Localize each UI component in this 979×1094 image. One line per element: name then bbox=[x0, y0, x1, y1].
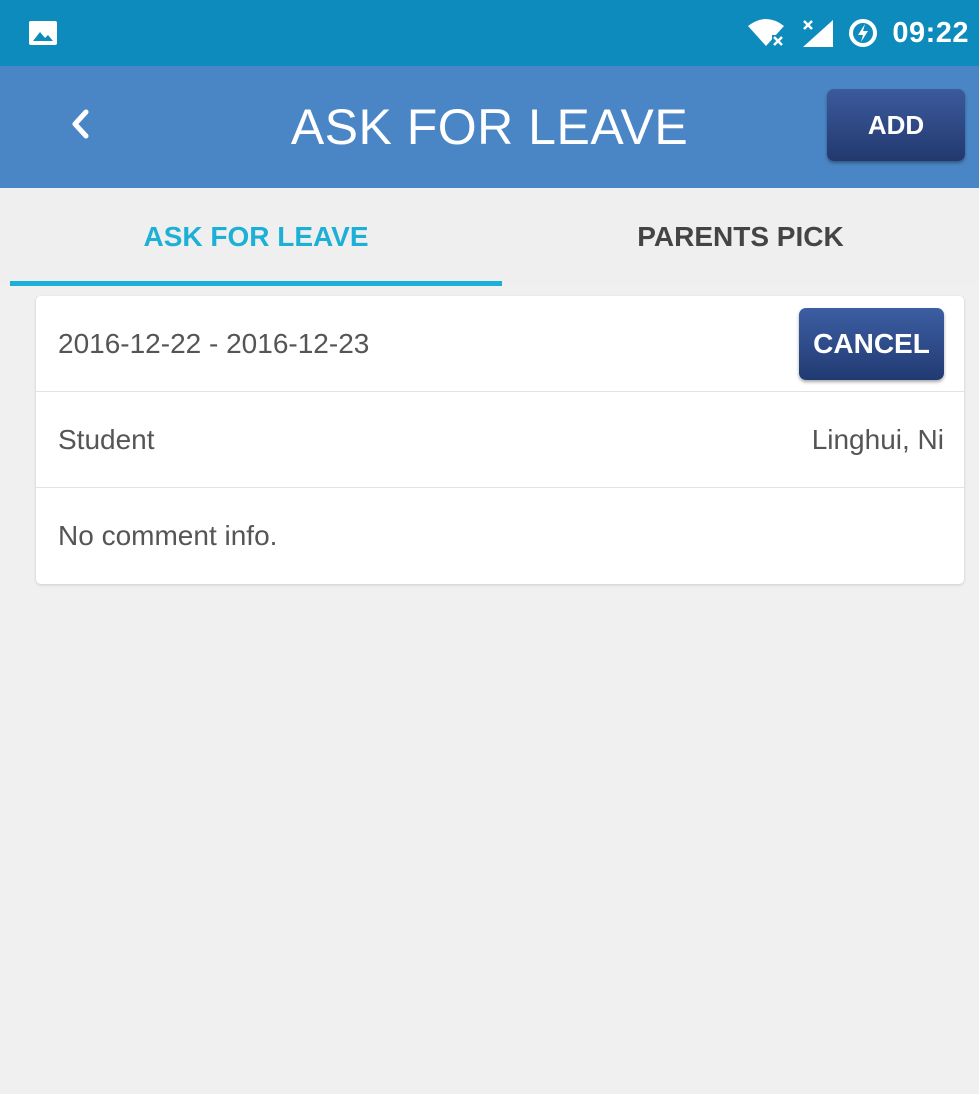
comment-row: No comment info. bbox=[36, 488, 964, 584]
student-row: Student Linghui, Ni bbox=[36, 392, 964, 488]
signal-icon bbox=[800, 18, 834, 48]
tab-bar: ASK FOR LEAVE PARENTS PICK bbox=[0, 188, 979, 286]
status-time: 09:22 bbox=[892, 16, 969, 49]
wifi-icon bbox=[746, 18, 786, 48]
student-name: Linghui, Ni bbox=[811, 423, 944, 455]
chevron-left-icon bbox=[69, 108, 91, 145]
cancel-button[interactable]: CANCEL bbox=[799, 307, 944, 380]
leave-card: 2016-12-22 - 2016-12-23 CANCEL Student L… bbox=[36, 296, 964, 584]
data-saver-icon bbox=[848, 18, 878, 48]
comment-text: No comment info. bbox=[58, 520, 278, 551]
tab-ask-for-leave[interactable]: ASK FOR LEAVE bbox=[10, 188, 502, 286]
add-button[interactable]: ADD bbox=[827, 89, 965, 161]
back-button[interactable] bbox=[52, 96, 108, 156]
student-label: Student bbox=[58, 423, 155, 455]
leave-date-row: 2016-12-22 - 2016-12-23 CANCEL bbox=[36, 296, 964, 392]
screen: 09:22 ASK FOR LEAVE ADD ASK FOR LEAVE PA… bbox=[0, 0, 979, 1094]
tab-indicator bbox=[10, 281, 502, 286]
leave-date-range: 2016-12-22 - 2016-12-23 bbox=[58, 327, 370, 359]
gallery-icon bbox=[28, 20, 58, 46]
app-bar: ASK FOR LEAVE ADD bbox=[0, 66, 979, 188]
tab-parents-pick[interactable]: PARENTS PICK bbox=[502, 188, 979, 286]
status-bar: 09:22 bbox=[0, 0, 979, 66]
